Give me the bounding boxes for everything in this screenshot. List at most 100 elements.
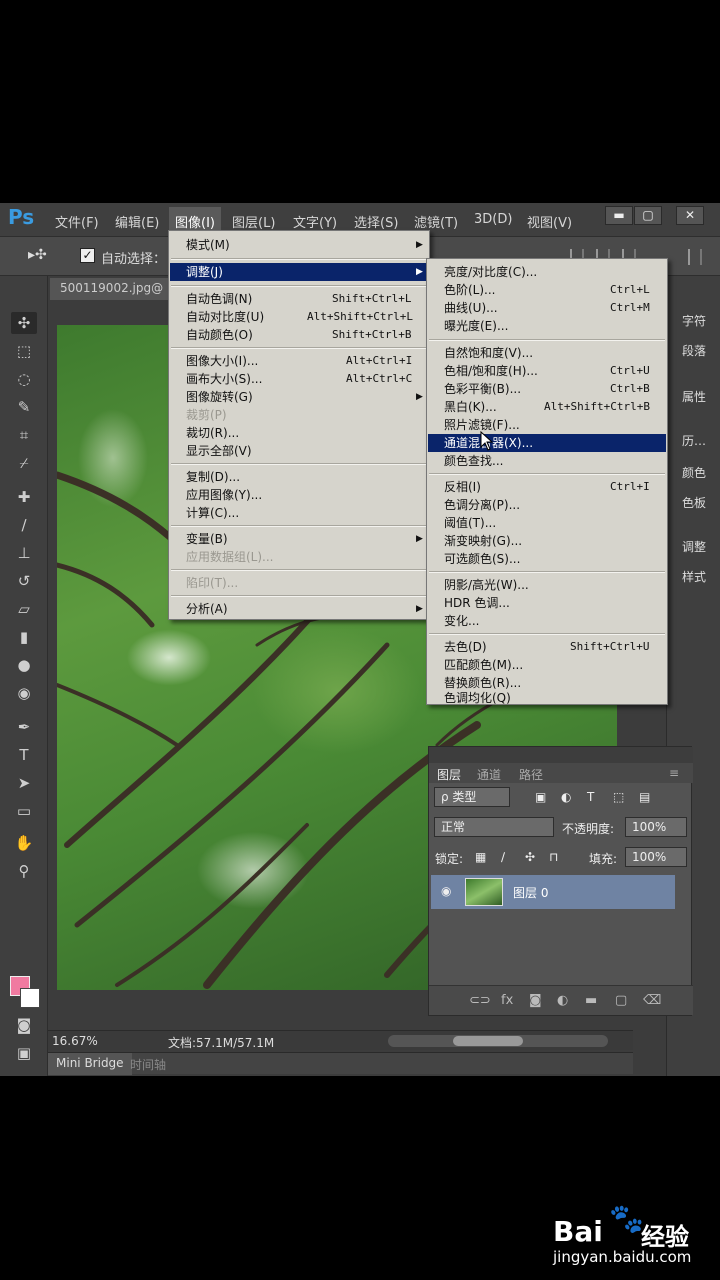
dock-paragraph[interactable]: 段落 <box>669 342 719 359</box>
eyedropper-tool-icon[interactable]: ⌿ <box>11 452 37 474</box>
dock-properties[interactable]: 属性 <box>669 388 719 405</box>
screen-mode-icon[interactable]: ▣ <box>11 1042 37 1064</box>
dock-history[interactable]: 历… <box>669 432 719 449</box>
panel-header[interactable] <box>429 747 693 763</box>
menu-edit[interactable]: 编辑(E) <box>115 212 159 231</box>
tab-mini-bridge[interactable]: Mini Bridge <box>48 1053 132 1075</box>
menu-item-hue-saturation[interactable]: 色相/饱和度(H)... Ctrl+U <box>428 362 666 380</box>
menu-file[interactable]: 文件(F) <box>55 212 99 231</box>
type-tool-icon[interactable]: T <box>11 744 37 766</box>
new-group-icon[interactable]: ▬ <box>585 993 597 1008</box>
menu-item-invert[interactable]: 反相(I) Ctrl+I <box>428 478 666 496</box>
menu-item-mode[interactable]: 模式(M) ▶ <box>170 236 428 254</box>
dock-character[interactable]: 字符 <box>669 312 719 329</box>
panel-menu-icon[interactable]: ≡ <box>669 766 679 780</box>
filter-image-icon[interactable]: ▣ <box>535 790 546 804</box>
background-color-swatch[interactable] <box>20 988 40 1008</box>
maximize-button[interactable]: ▢ <box>634 206 662 225</box>
link-layers-icon[interactable]: ⊂⊃ <box>469 993 491 1008</box>
menu-item-auto-contrast[interactable]: 自动对比度(U) Alt+Shift+Ctrl+L <box>170 308 428 326</box>
delete-layer-icon[interactable]: ⌫ <box>643 993 661 1008</box>
menu-item-calculations[interactable]: 计算(C)... <box>170 504 428 522</box>
distribute-icon[interactable] <box>688 249 702 265</box>
menu-item-image-size[interactable]: 图像大小(I)... Alt+Ctrl+I <box>170 352 428 370</box>
quick-select-tool-icon[interactable]: ✎ <box>11 396 37 418</box>
marquee-tool-icon[interactable]: ⬚ <box>11 340 37 362</box>
menu-item-auto-tone[interactable]: 自动色调(N) Shift+Ctrl+L <box>170 290 428 308</box>
opacity-field[interactable]: 100% <box>625 817 687 837</box>
eraser-tool-icon[interactable]: ▱ <box>11 598 37 620</box>
adjustment-layer-icon[interactable]: ◐ <box>557 993 568 1008</box>
menu-item-canvas-size[interactable]: 画布大小(S)... Alt+Ctrl+C <box>170 370 428 388</box>
clone-stamp-icon[interactable]: ⊥ <box>11 542 37 564</box>
move-tool-icon[interactable]: ✣ <box>11 312 37 334</box>
menu-item-apply-image[interactable]: 应用图像(Y)... <box>170 486 428 504</box>
layer-style-icon[interactable]: fx <box>501 993 513 1008</box>
menu-item-desaturate[interactable]: 去色(D) Shift+Ctrl+U <box>428 638 666 656</box>
document-tab[interactable]: 500119002.jpg@ <box>50 278 170 300</box>
menu-layer[interactable]: 图层(L) <box>232 212 275 231</box>
menu-item-equalize[interactable]: 色调均化(Q) <box>428 692 666 704</box>
menu-item-auto-color[interactable]: 自动颜色(O) Shift+Ctrl+B <box>170 326 428 344</box>
menu-item-variations[interactable]: 变化... <box>428 612 666 630</box>
layer-row[interactable]: ◉ 图层 0 <box>431 875 675 909</box>
zoom-level[interactable]: 16.67% <box>52 1034 98 1048</box>
hand-tool-icon[interactable]: ✋ <box>11 832 37 854</box>
fill-field[interactable]: 100% <box>625 847 687 867</box>
lasso-tool-icon[interactable]: ◌ <box>11 368 37 390</box>
menu-item-color-balance[interactable]: 色彩平衡(B)... Ctrl+B <box>428 380 666 398</box>
healing-brush-icon[interactable]: ✚ <box>11 486 37 508</box>
menu-item-image-rotation[interactable]: 图像旋转(G) ▶ <box>170 388 428 406</box>
brush-tool-icon[interactable]: ∕ <box>11 514 37 536</box>
dodge-tool-icon[interactable]: ◉ <box>11 682 37 704</box>
blend-mode-dropdown[interactable]: 正常 <box>434 817 554 837</box>
lock-position-icon[interactable]: ✣ <box>525 850 535 864</box>
filter-adjust-icon[interactable]: ◐ <box>561 790 571 804</box>
menu-item-shadows-highlights[interactable]: 阴影/高光(W)... <box>428 576 666 594</box>
tab-layers[interactable]: 图层 <box>437 766 461 783</box>
auto-select-checkbox[interactable]: ✓ <box>80 248 95 263</box>
menu-item-selective-color[interactable]: 可选颜色(S)... <box>428 550 666 568</box>
menu-view[interactable]: 视图(V) <box>527 212 572 231</box>
quick-mask-icon[interactable]: ◙ <box>11 1014 37 1036</box>
visibility-eye-icon[interactable]: ◉ <box>441 884 451 898</box>
menu-item-hdr-toning[interactable]: HDR 色调... <box>428 594 666 612</box>
new-layer-icon[interactable]: ▢ <box>615 993 627 1008</box>
rectangle-tool-icon[interactable]: ▭ <box>11 800 37 822</box>
filter-type-icon[interactable]: T <box>587 790 594 804</box>
tab-paths[interactable]: 路径 <box>519 766 543 783</box>
menu-item-color-lookup[interactable]: 颜色查找... <box>428 452 666 470</box>
blur-tool-icon[interactable]: ● <box>11 654 37 676</box>
menu-item-analysis[interactable]: 分析(A) ▶ <box>170 600 428 618</box>
menu-3d[interactable]: 3D(D) <box>474 212 512 227</box>
dock-adjustments[interactable]: 调整 <box>669 538 719 555</box>
menu-item-curves[interactable]: 曲线(U)... Ctrl+M <box>428 299 666 317</box>
tab-timeline[interactable]: 时间轴 <box>130 1056 166 1073</box>
history-brush-icon[interactable]: ↺ <box>11 570 37 592</box>
pen-tool-icon[interactable]: ✒ <box>11 716 37 738</box>
menu-select[interactable]: 选择(S) <box>354 212 398 231</box>
dock-styles[interactable]: 样式 <box>669 568 719 585</box>
minimize-button[interactable]: ▬ <box>605 206 633 225</box>
menu-item-photo-filter[interactable]: 照片滤镜(F)... <box>428 416 666 434</box>
filter-shape-icon[interactable]: ⬚ <box>613 790 624 804</box>
menu-item-reveal-all[interactable]: 显示全部(V) <box>170 442 428 460</box>
crop-tool-icon[interactable]: ⌗ <box>11 424 37 446</box>
horizontal-scrollbar[interactable] <box>388 1035 608 1047</box>
menu-item-exposure[interactable]: 曝光度(E)... <box>428 317 666 335</box>
menu-item-posterize[interactable]: 色调分离(P)... <box>428 496 666 514</box>
menu-type[interactable]: 文字(Y) <box>293 212 337 231</box>
close-button[interactable]: ✕ <box>676 206 704 225</box>
menu-item-brightness-contrast[interactable]: 亮度/对比度(C)... <box>428 263 666 281</box>
menu-item-black-white[interactable]: 黑白(K)... Alt+Shift+Ctrl+B <box>428 398 666 416</box>
menu-item-match-color[interactable]: 匹配颜色(M)... <box>428 656 666 674</box>
add-mask-icon[interactable]: ◙ <box>529 993 542 1008</box>
lock-all-icon[interactable]: ⊓ <box>549 850 558 864</box>
layer-filter-dropdown[interactable]: ρ 类型 <box>434 787 510 807</box>
filter-smart-icon[interactable]: ▤ <box>639 790 650 804</box>
dock-swatches[interactable]: 色板 <box>669 494 719 511</box>
layer-name[interactable]: 图层 0 <box>513 884 548 901</box>
tab-channels[interactable]: 通道 <box>477 766 501 783</box>
menu-item-vibrance[interactable]: 自然饱和度(V)... <box>428 344 666 362</box>
menu-item-duplicate[interactable]: 复制(D)... <box>170 468 428 486</box>
